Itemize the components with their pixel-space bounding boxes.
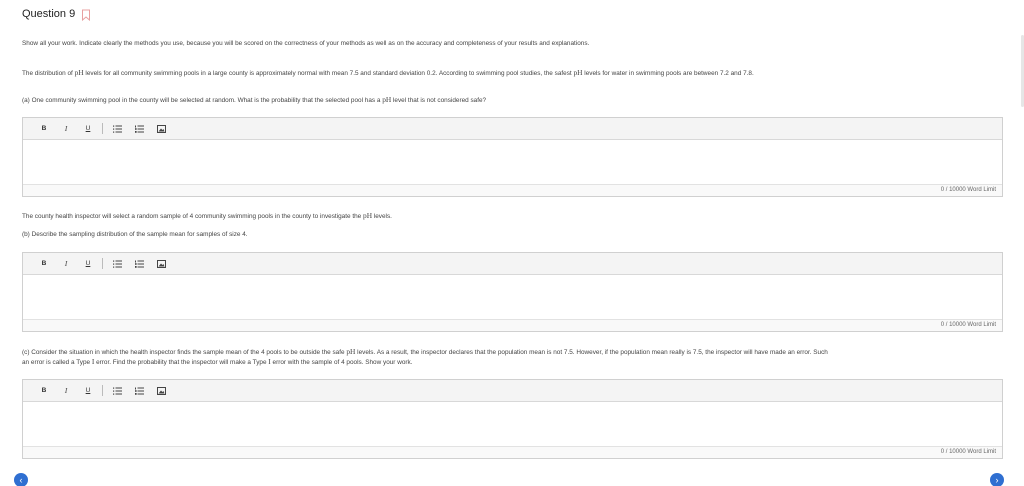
numbered-list-icon[interactable] [128,125,150,133]
editor-toolbar: B I U [23,253,1002,275]
italic-button[interactable]: I [55,260,77,268]
underline-button[interactable]: U [77,125,99,132]
bold-button[interactable]: B [33,260,55,267]
italic-button[interactable]: I [55,125,77,133]
toolbar-divider [102,258,103,269]
bold-button[interactable]: B [33,387,55,394]
inspector-text: The county health inspector will select … [22,211,392,220]
part-c-line-1: (c) Consider the situation in which the … [22,347,828,356]
answer-text-area[interactable] [23,402,1002,446]
bulleted-list-icon[interactable] [106,125,128,133]
insert-image-icon[interactable] [150,259,172,268]
answer-text-area[interactable] [23,275,1002,319]
underline-button[interactable]: U [77,387,99,394]
editor-toolbar: B I U [23,118,1002,140]
answer-text-area[interactable] [23,140,1002,184]
editor-toolbar: B I U [23,380,1002,402]
part-a-question: (a) One community swimming pool in the c… [22,95,487,104]
answer-editor-a: B I U 0 / 10000 Word Limit [22,117,1003,197]
bulleted-list-icon[interactable] [106,260,128,268]
toolbar-divider [102,123,103,134]
word-limit-counter: 0 / 10000 Word Limit [23,184,1002,196]
italic-button[interactable]: I [55,387,77,395]
insert-image-icon[interactable] [150,386,172,395]
answer-editor-b: B I U 0 / 10000 Word Limit [22,252,1003,332]
part-b-question: (b) Describe the sampling distribution o… [22,231,248,238]
bulleted-list-icon[interactable] [106,387,128,395]
answer-editor-c: B I U 0 / 10000 Word Limit [22,379,1003,459]
previous-question-button[interactable]: ‹ [14,473,28,486]
underline-button[interactable]: U [77,260,99,267]
part-c-question: (c) Consider the situation in which the … [22,347,828,367]
bookmark-icon[interactable] [81,8,91,22]
instructions-text: Show all your work. Indicate clearly the… [22,40,590,47]
word-limit-counter: 0 / 10000 Word Limit [23,319,1002,331]
word-limit-counter: 0 / 10000 Word Limit [23,446,1002,458]
intro-text: The distribution of pH levels for all co… [22,68,754,77]
bold-button[interactable]: B [33,125,55,132]
toolbar-divider [102,385,103,396]
question-title: Question 9 [22,8,76,20]
next-question-button[interactable]: › [990,473,1004,486]
part-c-line-2: an error is called a Type I error. Find … [22,357,413,366]
numbered-list-icon[interactable] [128,260,150,268]
question-header: Question 9 [22,8,91,22]
numbered-list-icon[interactable] [128,387,150,395]
insert-image-icon[interactable] [150,124,172,133]
